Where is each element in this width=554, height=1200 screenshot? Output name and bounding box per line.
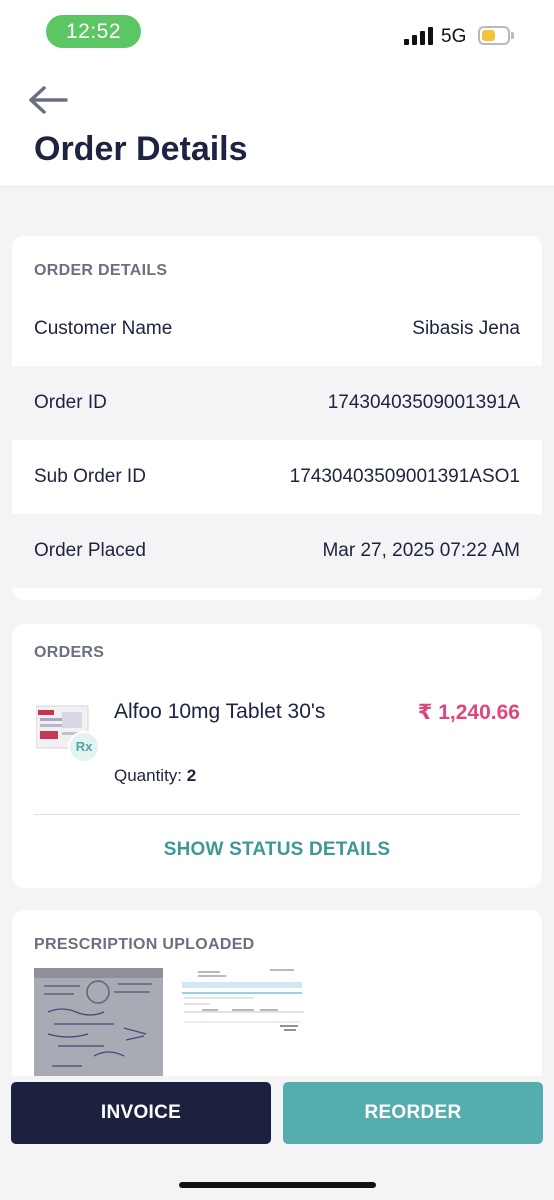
section-title-prescription: PRESCRIPTION UPLOADED [34, 936, 255, 953]
bottom-action-bar: INVOICE REORDER [0, 1076, 554, 1200]
invoice-button[interactable]: INVOICE [11, 1082, 271, 1144]
detail-value: 17430403509001391A [327, 392, 520, 413]
divider [34, 814, 520, 815]
product-price: ₹ 1,240.66 [417, 701, 520, 724]
prescription-image-2[interactable] [180, 968, 304, 1038]
back-button[interactable] [24, 80, 72, 120]
detail-label: Customer Name [34, 318, 173, 339]
status-bar: 12:52 5G [0, 0, 554, 64]
prescription-image-1[interactable] [34, 968, 163, 1088]
section-title-order-details: ORDER DETAILS [34, 262, 168, 279]
detail-row-customer-name: Customer Name Sibasis Jena [12, 292, 542, 366]
status-time: 12:52 [46, 15, 141, 48]
quantity-label: Quantity: [114, 766, 183, 785]
home-indicator[interactable] [179, 1182, 376, 1188]
page-header: Order Details [0, 64, 554, 187]
show-status-details-button[interactable]: SHOW STATUS DETAILS [12, 839, 542, 861]
quantity-value: 2 [186, 766, 197, 785]
detail-row-order-placed: Order Placed Mar 27, 2025 07:22 AM [12, 514, 542, 588]
battery-level [482, 30, 495, 41]
prescription-document-icon [180, 968, 304, 1038]
battery-cap [511, 32, 514, 39]
detail-row-sub-order-id: Sub Order ID 17430403509001391ASO1 [12, 440, 542, 514]
detail-label: Order ID [34, 392, 107, 413]
detail-row-order-id: Order ID 17430403509001391A [12, 366, 542, 440]
prescription-photo-icon [34, 968, 163, 1088]
detail-value: Mar 27, 2025 07:22 AM [322, 540, 520, 561]
product-name[interactable]: Alfoo 10mg Tablet 30's [114, 700, 325, 724]
section-title-orders: ORDERS [34, 644, 105, 661]
prescription-card: PRESCRIPTION UPLOADED [12, 910, 542, 1100]
battery-icon [478, 26, 510, 45]
network-type: 5G [441, 26, 467, 47]
detail-value: Sibasis Jena [412, 318, 520, 339]
cellular-signal-icon [404, 27, 434, 45]
page-title: Order Details [34, 130, 248, 168]
rx-badge: Rx [68, 731, 100, 763]
detail-label: Order Placed [34, 540, 146, 561]
detail-label: Sub Order ID [34, 466, 146, 487]
detail-value: 17430403509001391ASO1 [289, 466, 520, 487]
order-details-card: ORDER DETAILS Customer Name Sibasis Jena… [12, 236, 542, 600]
arrow-left-icon [29, 86, 68, 114]
orders-card: ORDERS Rx Alfoo 10mg Tablet 30's ₹ 1,240… [12, 624, 542, 888]
product-quantity: Quantity: 2 [114, 766, 196, 786]
reorder-button[interactable]: REORDER [283, 1082, 543, 1144]
